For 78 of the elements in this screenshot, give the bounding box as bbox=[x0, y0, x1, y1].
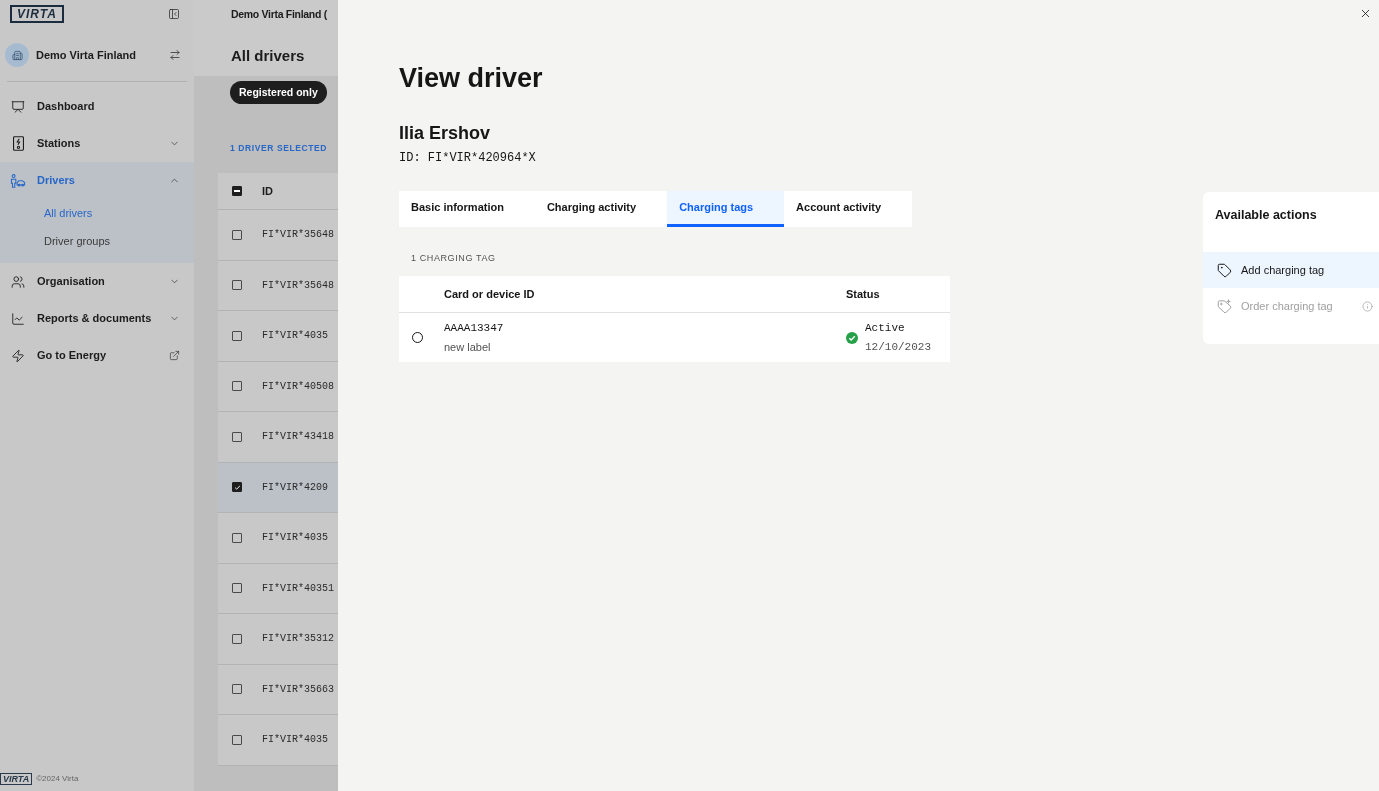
driver-id-cell-text: FI*VIR*43418 bbox=[262, 430, 334, 445]
driver-id-cell-text: FI*VIR*4035 bbox=[262, 733, 328, 748]
switch-organisation-button[interactable] bbox=[168, 48, 182, 62]
lightning-icon bbox=[11, 348, 25, 363]
driver-id-cell-text: FI*VIR*40351 bbox=[262, 581, 334, 596]
nav-subitem[interactable]: Driver groups bbox=[0, 227, 194, 255]
driver-id-cell-text: FI*VIR*35312 bbox=[262, 632, 334, 647]
page-title: All drivers bbox=[231, 46, 306, 66]
checkbox[interactable] bbox=[232, 330, 242, 341]
tag-plus-icon bbox=[1217, 298, 1232, 314]
driver-id-cell-text: FI*VIR*4209 bbox=[262, 480, 328, 495]
nav-item[interactable]: Stations bbox=[0, 125, 194, 162]
radio-button[interactable] bbox=[412, 332, 423, 343]
checkbox[interactable] bbox=[232, 583, 242, 594]
table-row[interactable]: FI*VIR*35663 bbox=[218, 664, 338, 715]
panel-title: View driver bbox=[399, 62, 543, 95]
checkbox[interactable] bbox=[232, 229, 242, 240]
status-date: 12/10/2023 bbox=[865, 339, 931, 355]
tag-icon bbox=[1217, 262, 1232, 278]
action-item[interactable]: Add charging tag bbox=[1203, 252, 1379, 288]
selection-count: 1 DRIVER SELECTED bbox=[230, 142, 329, 154]
external-link-icon bbox=[169, 350, 180, 361]
collapse-sidebar-button[interactable] bbox=[167, 7, 181, 21]
line-chart-icon bbox=[11, 311, 25, 326]
checkbox[interactable] bbox=[232, 280, 242, 291]
actions-title: Available actions bbox=[1214, 207, 1318, 223]
organisation-name: Demo Virta Finland bbox=[36, 47, 137, 63]
nav-item[interactable]: Reports & documents bbox=[0, 300, 194, 337]
collapse-panel-icon bbox=[168, 8, 180, 20]
charging-station-icon bbox=[12, 136, 24, 151]
driver-id-cell-text: FI*VIR*4035 bbox=[262, 329, 328, 344]
driver-name: Ilia Ershov bbox=[399, 122, 491, 145]
filter-chip[interactable]: Registered only bbox=[230, 81, 327, 104]
table-row[interactable]: FI*VIR*4209 bbox=[218, 462, 338, 513]
checkbox[interactable] bbox=[232, 482, 242, 493]
table-row[interactable]: FI*VIR*4035 bbox=[218, 513, 338, 564]
checkbox[interactable] bbox=[232, 431, 242, 442]
checkbox[interactable] bbox=[232, 633, 242, 644]
driver-id-cell-text: FI*VIR*35648 bbox=[262, 278, 334, 293]
checkbox[interactable] bbox=[232, 186, 242, 196]
driver-id-cell-text: FI*VIR*35648 bbox=[262, 228, 334, 243]
checkbox[interactable] bbox=[232, 532, 242, 543]
nav-item[interactable]: Go to Energy bbox=[0, 337, 194, 374]
column-header: Card or device ID bbox=[444, 286, 535, 302]
checkbox[interactable] bbox=[232, 734, 242, 745]
brand-logo: VIRTA bbox=[10, 5, 64, 23]
table-row[interactable]: FI*VIR*4035 bbox=[218, 311, 338, 362]
tab[interactable]: Charging tags bbox=[667, 191, 785, 227]
table-row[interactable]: FI*VIR*4035 bbox=[218, 715, 338, 766]
nav-item[interactable]: Organisation bbox=[0, 263, 194, 300]
swap-arrows-icon bbox=[169, 49, 181, 61]
column-header: Status bbox=[846, 286, 880, 302]
checkbox[interactable] bbox=[232, 684, 242, 695]
footer-logo: VIRTA bbox=[0, 773, 33, 785]
card-id: AAAA13347 bbox=[444, 320, 504, 336]
breadcrumb: Demo Virta Finland ( bbox=[231, 7, 328, 22]
copyright-text: ©2024 Virta bbox=[36, 774, 79, 784]
check-circle-icon bbox=[846, 331, 858, 344]
table-row[interactable]: FI*VIR*40508 bbox=[218, 361, 338, 412]
status-text: Active bbox=[865, 320, 906, 336]
tag-count: 1 CHARGING TAG bbox=[411, 252, 496, 264]
nav-item[interactable]: Dashboard bbox=[0, 88, 194, 125]
table-row[interactable]: FI*VIR*35648 bbox=[218, 210, 338, 261]
driver-id-cell-text: FI*VIR*40508 bbox=[262, 379, 334, 394]
card-label: new label bbox=[444, 339, 491, 355]
person-car-icon bbox=[10, 173, 26, 188]
driver-id-cell-text: FI*VIR*4035 bbox=[262, 531, 328, 546]
column-header: ID bbox=[262, 183, 273, 199]
driver-id-cell-text: FI*VIR*35663 bbox=[262, 682, 334, 697]
building-icon bbox=[5, 43, 29, 67]
table-row[interactable]: FI*VIR*35312 bbox=[218, 614, 338, 665]
driver-id: ID: FI*VIR*420964*X bbox=[399, 150, 536, 166]
checkbox[interactable] bbox=[232, 381, 242, 392]
table-row[interactable]: FI*VIR*43418 bbox=[218, 412, 338, 463]
users-icon bbox=[11, 274, 25, 289]
presentation-board-icon bbox=[11, 99, 25, 114]
table-row[interactable]: FI*VIR*40351 bbox=[218, 563, 338, 614]
table-row[interactable]: FI*VIR*35648 bbox=[218, 260, 338, 311]
